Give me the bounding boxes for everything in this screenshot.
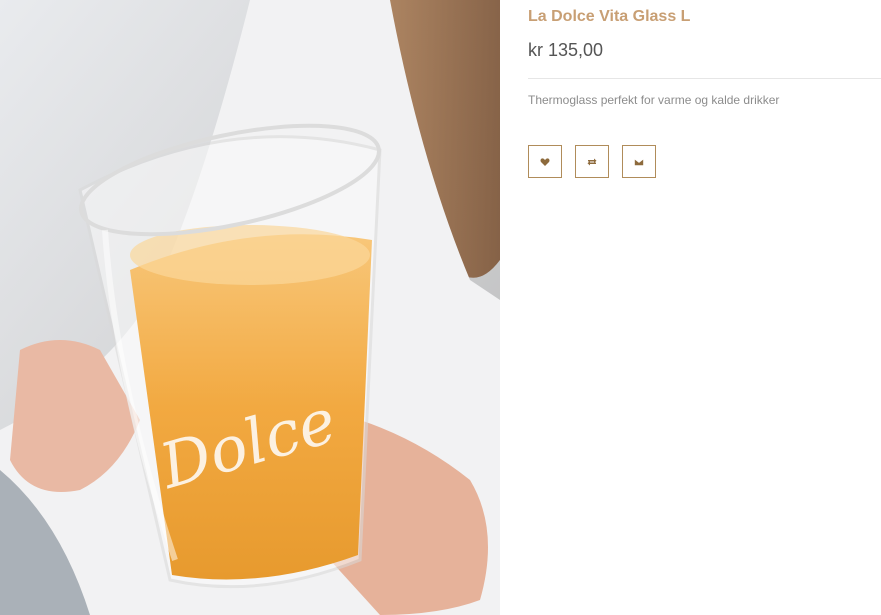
wishlist-button[interactable] <box>528 145 562 178</box>
product-price: kr 135,00 <box>528 40 604 60</box>
heart-icon <box>540 157 550 166</box>
email-button[interactable] <box>622 145 656 178</box>
compare-button[interactable] <box>575 145 609 178</box>
compare-icon <box>587 158 597 165</box>
product-title[interactable]: La Dolce Vita Glass L <box>528 8 690 26</box>
product-photo: Dolce <box>0 0 500 615</box>
product-image[interactable]: Dolce <box>0 0 500 615</box>
divider <box>528 78 881 79</box>
envelope-icon <box>634 158 644 166</box>
product-actions <box>528 145 656 178</box>
product-description: Thermoglass perfekt for varme og kalde d… <box>528 93 780 107</box>
